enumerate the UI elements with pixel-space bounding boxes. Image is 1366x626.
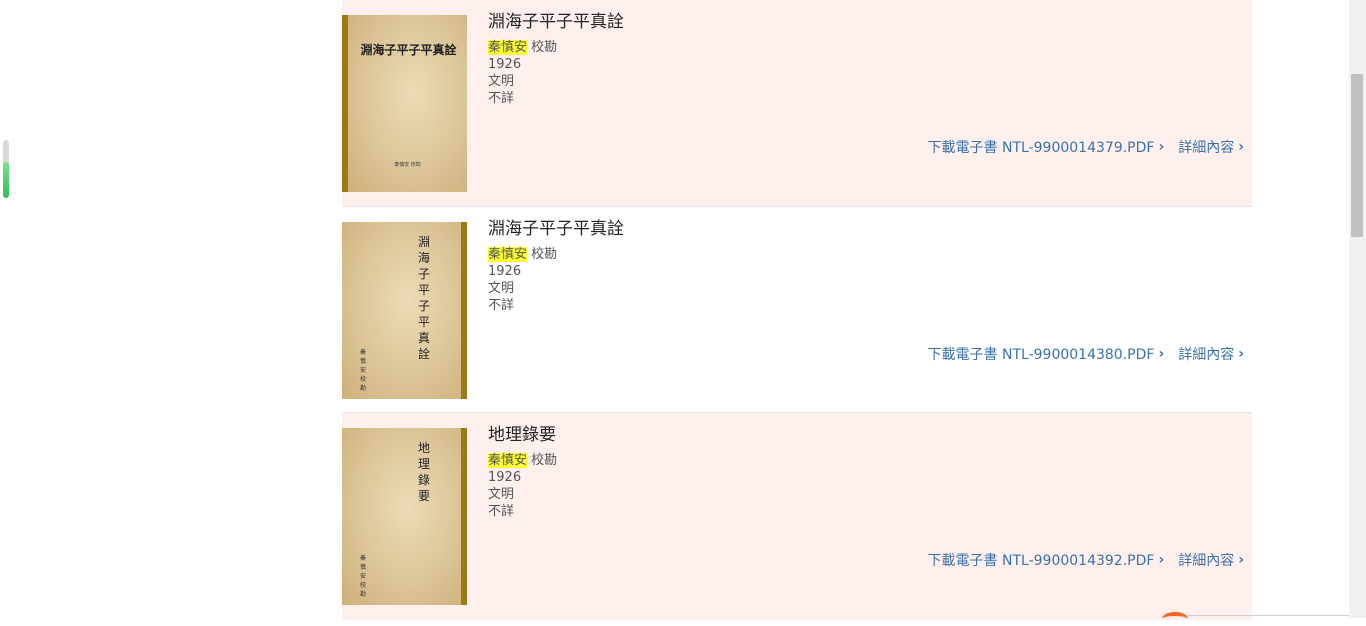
book-author-line: 秦慎安 校勘 [488,246,624,263]
details-label: 詳細內容 [1178,347,1235,363]
floating-widget-edge[interactable] [1162,612,1188,626]
chevron-right-icon: › [1238,552,1244,568]
cover-author: 秦慎安 校勘 [360,555,367,598]
divider [1186,615,1366,616]
search-results-list: 淵海子平子平真詮 秦慎安 校勘 淵海子平子平真詮 秦慎安 校勘 1926 文明 … [342,0,1252,620]
book-publisher: 文明 [488,487,515,502]
author-highlight: 秦慎安 [488,453,528,468]
author-highlight: 秦慎安 [488,40,528,55]
cover-author: 秦慎安 校勘 [360,349,367,392]
book-extra-info: 不詳 [488,298,515,313]
result-actions: 下載電子書 NTL-9900014392.PDF › 詳細內容 › [928,550,1244,570]
author-highlight: 秦慎安 [488,247,528,262]
details-link[interactable]: 詳細內容 › [1178,550,1244,570]
download-ebook-link[interactable]: 下載電子書 NTL-9900014392.PDF › [928,550,1165,570]
details-link[interactable]: 詳細內容 › [1178,344,1244,364]
result-item: 地理錄要 秦慎安 校勘 地理錄要 秦慎安 校勘 1926 文明 不詳 下載電子書… [342,413,1252,620]
book-year: 1926 [488,470,522,485]
download-ebook-label: 下載電子書 NTL-9900014392.PDF [927,553,1155,569]
book-cover-image[interactable]: 地理錄要 秦慎安 校勘 [342,428,467,605]
book-extra-info: 不詳 [488,504,515,519]
book-year: 1926 [488,264,522,279]
result-info: 淵海子平子平真詮 秦慎安 校勘 1926 文明 不詳 [488,217,624,314]
cover-title: 淵海子平子平真詮 [360,43,457,57]
cover-title: 地理錄要 [417,441,430,503]
author-role: 校勘 [531,247,558,262]
page-scrollbar[interactable] [1349,0,1366,618]
reading-progress-indicator [3,140,9,198]
details-link[interactable]: 詳細內容 › [1178,137,1244,157]
book-title[interactable]: 淵海子平子平真詮 [488,10,624,34]
download-ebook-link[interactable]: 下載電子書 NTL-9900014379.PDF › [928,137,1165,157]
cover-author: 秦慎安 校勘 [394,162,421,168]
book-cover-image[interactable]: 淵海子平子平真詮 秦慎安 校勘 [342,222,467,399]
result-item: 淵海子平子平真詮 秦慎安 校勘 淵海子平子平真詮 秦慎安 校勘 1926 文明 … [342,0,1252,207]
details-label: 詳細內容 [1178,140,1235,156]
download-ebook-link[interactable]: 下載電子書 NTL-9900014380.PDF › [928,344,1165,364]
result-info: 淵海子平子平真詮 秦慎安 校勘 1926 文明 不詳 [488,10,624,107]
book-extra-info: 不詳 [488,91,515,106]
chevron-right-icon: › [1158,552,1165,568]
cover-title: 淵海子平子平真詮 [417,235,430,361]
author-role: 校勘 [531,40,558,55]
author-role: 校勘 [531,453,558,468]
download-ebook-label: 下載電子書 NTL-9900014380.PDF [927,347,1155,363]
book-publisher: 文明 [488,281,515,296]
book-title[interactable]: 淵海子平子平真詮 [488,217,624,241]
chevron-right-icon: › [1158,139,1165,155]
reading-progress-fill [3,162,9,198]
book-author-line: 秦慎安 校勘 [488,39,624,56]
book-title[interactable]: 地理錄要 [488,423,557,447]
details-label: 詳細內容 [1178,553,1235,569]
download-ebook-label: 下載電子書 NTL-9900014379.PDF [927,140,1155,156]
chevron-right-icon: › [1238,139,1244,155]
result-info: 地理錄要 秦慎安 校勘 1926 文明 不詳 [488,423,557,520]
result-item: 淵海子平子平真詮 秦慎安 校勘 淵海子平子平真詮 秦慎安 校勘 1926 文明 … [342,207,1252,413]
result-actions: 下載電子書 NTL-9900014380.PDF › 詳細內容 › [928,344,1244,364]
chevron-right-icon: › [1158,346,1165,362]
book-cover-image[interactable]: 淵海子平子平真詮 秦慎安 校勘 [342,15,467,192]
result-actions: 下載電子書 NTL-9900014379.PDF › 詳細內容 › [928,137,1244,157]
book-publisher: 文明 [488,74,515,89]
chevron-right-icon: › [1238,346,1244,362]
scrollbar-thumb[interactable] [1351,74,1363,237]
book-author-line: 秦慎安 校勘 [488,452,557,469]
book-year: 1926 [488,57,522,72]
